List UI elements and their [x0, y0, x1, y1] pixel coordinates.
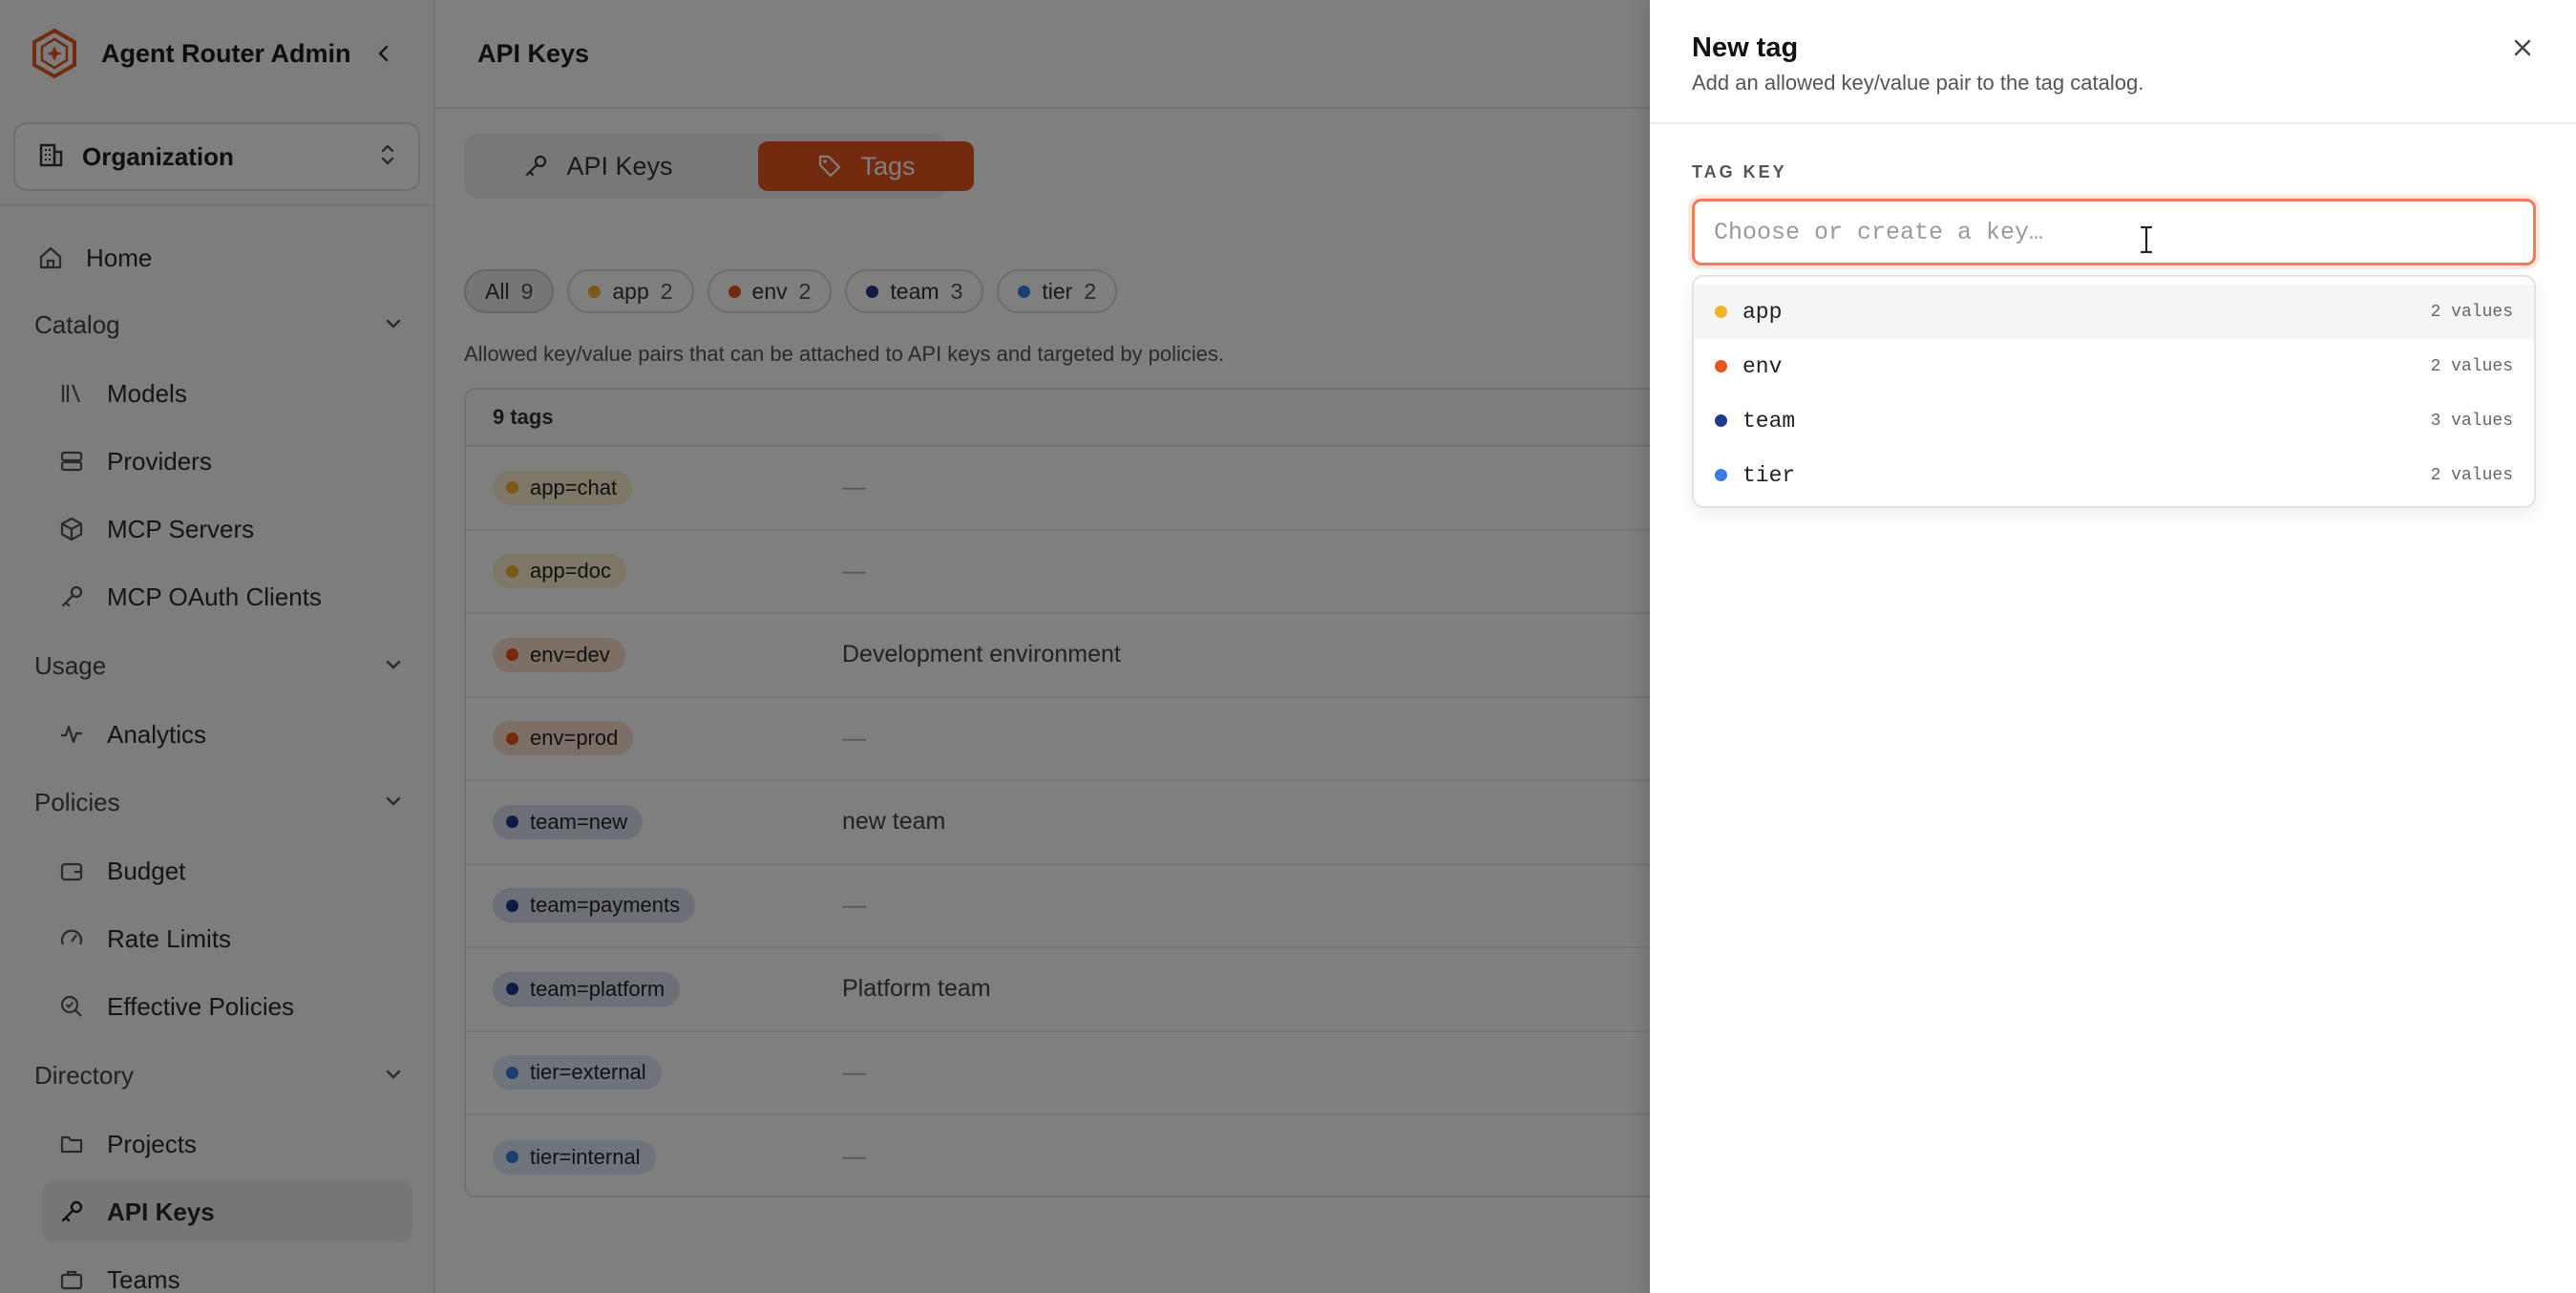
- tag-key-input[interactable]: Choose or create a key…: [1692, 199, 2536, 265]
- color-dot: [1715, 414, 1727, 427]
- app-root: Agent Router Admin Organization Home Cat…: [0, 0, 2576, 1293]
- new-tag-drawer: New tag Add an allowed key/value pair to…: [1650, 0, 2576, 1293]
- color-dot: [1715, 306, 1727, 318]
- option-key: team: [1742, 408, 1796, 434]
- text-cursor-icon: [2137, 225, 2156, 254]
- dropdown-option-app[interactable]: app 2 values: [1694, 285, 2534, 339]
- close-icon[interactable]: [2505, 31, 2540, 65]
- option-count: 2 values: [2430, 465, 2513, 485]
- option-count: 3 values: [2430, 411, 2513, 431]
- option-key: env: [1742, 353, 1783, 379]
- option-key: app: [1742, 299, 1783, 325]
- dropdown-option-tier[interactable]: tier 2 values: [1694, 448, 2534, 502]
- color-dot: [1715, 469, 1727, 481]
- dropdown-option-env[interactable]: env 2 values: [1694, 339, 2534, 393]
- modal-backdrop[interactable]: [0, 0, 1650, 1293]
- drawer-subtitle: Add an allowed key/value pair to the tag…: [1692, 71, 2144, 95]
- option-key: tier: [1742, 462, 1796, 488]
- dropdown-option-team[interactable]: team 3 values: [1694, 393, 2534, 448]
- tag-key-dropdown: app 2 values env 2 values team 3 values …: [1692, 275, 2536, 508]
- color-dot: [1715, 360, 1727, 372]
- option-count: 2 values: [2430, 302, 2513, 322]
- option-count: 2 values: [2430, 356, 2513, 376]
- drawer-title: New tag: [1692, 32, 1799, 63]
- drawer-header: New tag Add an allowed key/value pair to…: [1650, 0, 2576, 124]
- input-placeholder: Choose or create a key…: [1714, 218, 2044, 246]
- tag-key-label: TAG KEY: [1692, 162, 1787, 181]
